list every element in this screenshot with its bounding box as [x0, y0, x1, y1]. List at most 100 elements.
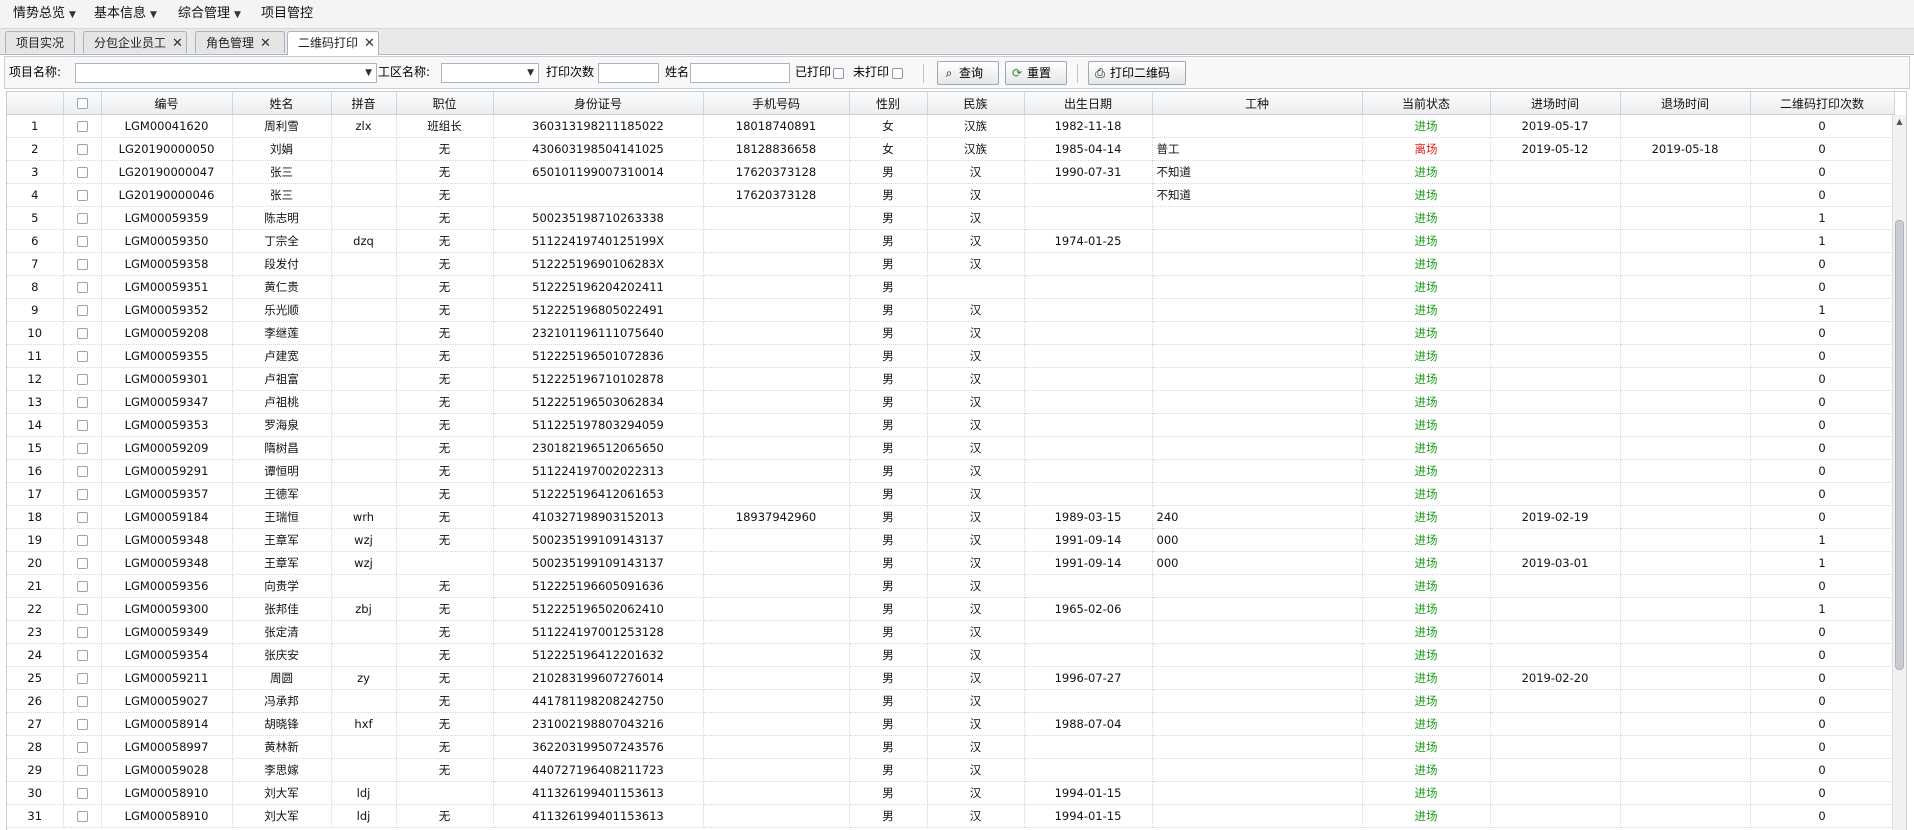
table-row[interactable]: 1 LGM00041620 周利雪 zlx 班组长 360313198211185022 1… [7, 114, 1895, 138]
cell-select[interactable] [63, 160, 102, 184]
table-row[interactable]: 17 LGM00059357 王德军 无 512225196412061653 男汉 进场 0 [7, 482, 1895, 506]
cell-select[interactable] [63, 643, 102, 667]
col-entry-time-header[interactable]: 进场时间 [1490, 92, 1621, 115]
row-checkbox[interactable] [76, 305, 88, 316]
table-row[interactable]: 6 LGM00059350 丁宗全 dzq 无 51122419740125199X 男汉 1… [7, 229, 1895, 253]
cell-select[interactable] [63, 551, 102, 575]
row-checkbox[interactable] [76, 282, 88, 293]
reset-button[interactable]: ⟳ 重置 [1005, 61, 1067, 85]
cell-select[interactable] [63, 505, 102, 529]
table-row[interactable]: 25 LGM00059211 周圆 zy 无 210283199607276014 男汉 19… [7, 666, 1895, 690]
row-checkbox[interactable] [76, 719, 88, 730]
table-row[interactable]: 12 LGM00059301 卢祖富 无 512225196710102878 男汉 进场 0 [7, 367, 1895, 391]
row-checkbox[interactable] [76, 696, 88, 707]
cell-select[interactable] [63, 367, 102, 391]
col-print-count-header[interactable]: 二维码打印次数 [1750, 92, 1895, 115]
tab-subcontract-staff[interactable]: 分包企业员工 ✕ [83, 31, 187, 53]
cell-select[interactable] [63, 114, 102, 138]
table-row[interactable]: 8 LGM00059351 黄仁贵 无 512225196204202411 男 进场 0 [7, 275, 1895, 299]
row-checkbox[interactable] [76, 121, 88, 132]
row-checkbox[interactable] [76, 328, 88, 339]
table-row[interactable]: 29 LGM00059028 李思嫁 无 440727196408211723 男汉 进场 0 [7, 758, 1895, 782]
close-icon[interactable]: ✕ [172, 36, 183, 51]
vertical-scrollbar[interactable]: ▲ [1892, 115, 1906, 830]
tab-qrcode-print[interactable]: 二维码打印 ✕ [287, 31, 379, 55]
table-row[interactable]: 26 LGM00059027 冯承邦 无 441781198208242750 男汉 进场 0 [7, 689, 1895, 713]
table-row[interactable]: 9 LGM00059352 乐光顺 无 512225196805022491 男汉 进场 1 [7, 298, 1895, 322]
cell-select[interactable] [63, 252, 102, 276]
table-row[interactable]: 5 LGM00059359 陈志明 无 500235198710263338 男汉 进场 1 [7, 206, 1895, 230]
table-row[interactable]: 7 LGM00059358 段发付 无 51222519690106283X 男汉 进场 0 [7, 252, 1895, 276]
cell-select[interactable] [63, 229, 102, 253]
print-count-input[interactable] [598, 63, 659, 83]
table-row[interactable]: 22 LGM00059300 张邦佳 zbj 无 512225196502062410 男汉… [7, 597, 1895, 621]
menu-comprehensive[interactable]: 综合管理 ▼ [178, 0, 241, 28]
col-gender-header[interactable]: 性别 [849, 92, 928, 115]
row-checkbox[interactable] [76, 765, 88, 776]
col-birthdate-header[interactable]: 出生日期 [1024, 92, 1153, 115]
select-all-checkbox[interactable] [76, 98, 88, 109]
row-checkbox[interactable] [76, 374, 88, 385]
cell-select[interactable] [63, 735, 102, 759]
row-checkbox[interactable] [76, 742, 88, 753]
col-ethnicity-header[interactable]: 民族 [927, 92, 1025, 115]
table-row[interactable]: 31 LGM00058910 刘大军 ldj 无 411326199401153613 男汉… [7, 804, 1895, 828]
table-row[interactable]: 10 LGM00059208 李继莲 无 232101196111075640 男汉 进场 0 [7, 321, 1895, 345]
row-checkbox[interactable] [76, 167, 88, 178]
row-checkbox[interactable] [76, 420, 88, 431]
col-pinyin-header[interactable]: 拼音 [331, 92, 397, 115]
row-checkbox[interactable] [76, 351, 88, 362]
row-checkbox[interactable] [76, 512, 88, 523]
row-checkbox[interactable] [76, 535, 88, 546]
row-checkbox[interactable] [76, 558, 88, 569]
cell-select[interactable] [63, 298, 102, 322]
table-row[interactable]: 21 LGM00059356 向贵学 无 512225196605091636 男汉 进场 0 [7, 574, 1895, 598]
row-checkbox[interactable] [76, 627, 88, 638]
close-icon[interactable]: ✕ [260, 36, 271, 51]
table-row[interactable]: 30 LGM00058910 刘大军 ldj 411326199401153613 男汉 1… [7, 781, 1895, 805]
menu-overview[interactable]: 情势总览 ▼ [13, 0, 76, 28]
table-row[interactable]: 13 LGM00059347 卢祖桃 无 512225196503062834 男汉 进场 0 [7, 390, 1895, 414]
table-row[interactable]: 3 LG20190000047 张三 无 650101199007310014 17620… [7, 160, 1895, 184]
tab-project-status[interactable]: 项目实况 [5, 31, 75, 53]
row-checkbox[interactable] [76, 811, 88, 822]
cell-select[interactable] [63, 620, 102, 644]
cell-select[interactable] [63, 781, 102, 805]
cell-select[interactable] [63, 712, 102, 736]
table-row[interactable]: 28 LGM00058997 黄林新 无 362203199507243576 男汉 进场 0 [7, 735, 1895, 759]
row-checkbox[interactable] [76, 144, 88, 155]
col-trade-header[interactable]: 工种 [1152, 92, 1363, 115]
table-row[interactable]: 4 LG20190000046 张三 无 17620373128 男汉 不知道 进场 0 [7, 183, 1895, 207]
cell-select[interactable] [63, 183, 102, 207]
row-checkbox[interactable] [76, 443, 88, 454]
name-input[interactable] [690, 63, 790, 83]
row-checkbox[interactable] [76, 397, 88, 408]
row-checkbox[interactable] [76, 213, 88, 224]
table-row[interactable]: 2 LG20190000050 刘娟 无 430603198504141025 18128… [7, 137, 1895, 161]
row-checkbox[interactable] [76, 581, 88, 592]
menu-basic-info[interactable]: 基本信息 ▼ [94, 0, 157, 28]
col-idcard-header[interactable]: 身份证号 [493, 92, 704, 115]
cell-select[interactable] [63, 597, 102, 621]
cell-select[interactable] [63, 574, 102, 598]
row-checkbox[interactable] [76, 259, 88, 270]
query-button[interactable]: ⌕ 查询 [937, 61, 999, 85]
table-row[interactable]: 27 LGM00058914 胡晓锋 hxf 无 231002198807043216 男汉… [7, 712, 1895, 736]
row-checkbox[interactable] [76, 190, 88, 201]
cell-select[interactable] [63, 482, 102, 506]
cell-select[interactable] [63, 275, 102, 299]
cell-select[interactable] [63, 206, 102, 230]
cell-select[interactable] [63, 666, 102, 690]
project-name-select[interactable]: ▼ [75, 63, 377, 83]
table-row[interactable]: 20 LGM00059348 王章军 wzj 500235199109143137 男汉 1… [7, 551, 1895, 575]
scrollbar-thumb[interactable] [1895, 220, 1904, 670]
col-select-header[interactable] [63, 92, 102, 115]
row-checkbox[interactable] [76, 489, 88, 500]
row-checkbox[interactable] [76, 673, 88, 684]
cell-select[interactable] [63, 390, 102, 414]
cell-select[interactable] [63, 321, 102, 345]
row-checkbox[interactable] [76, 466, 88, 477]
table-row[interactable]: 18 LGM00059184 王瑞恒 wrh 无 410327198903152013 18… [7, 505, 1895, 529]
row-checkbox[interactable] [76, 788, 88, 799]
print-qrcode-button[interactable]: ⎙ 打印二维码 [1088, 61, 1186, 85]
